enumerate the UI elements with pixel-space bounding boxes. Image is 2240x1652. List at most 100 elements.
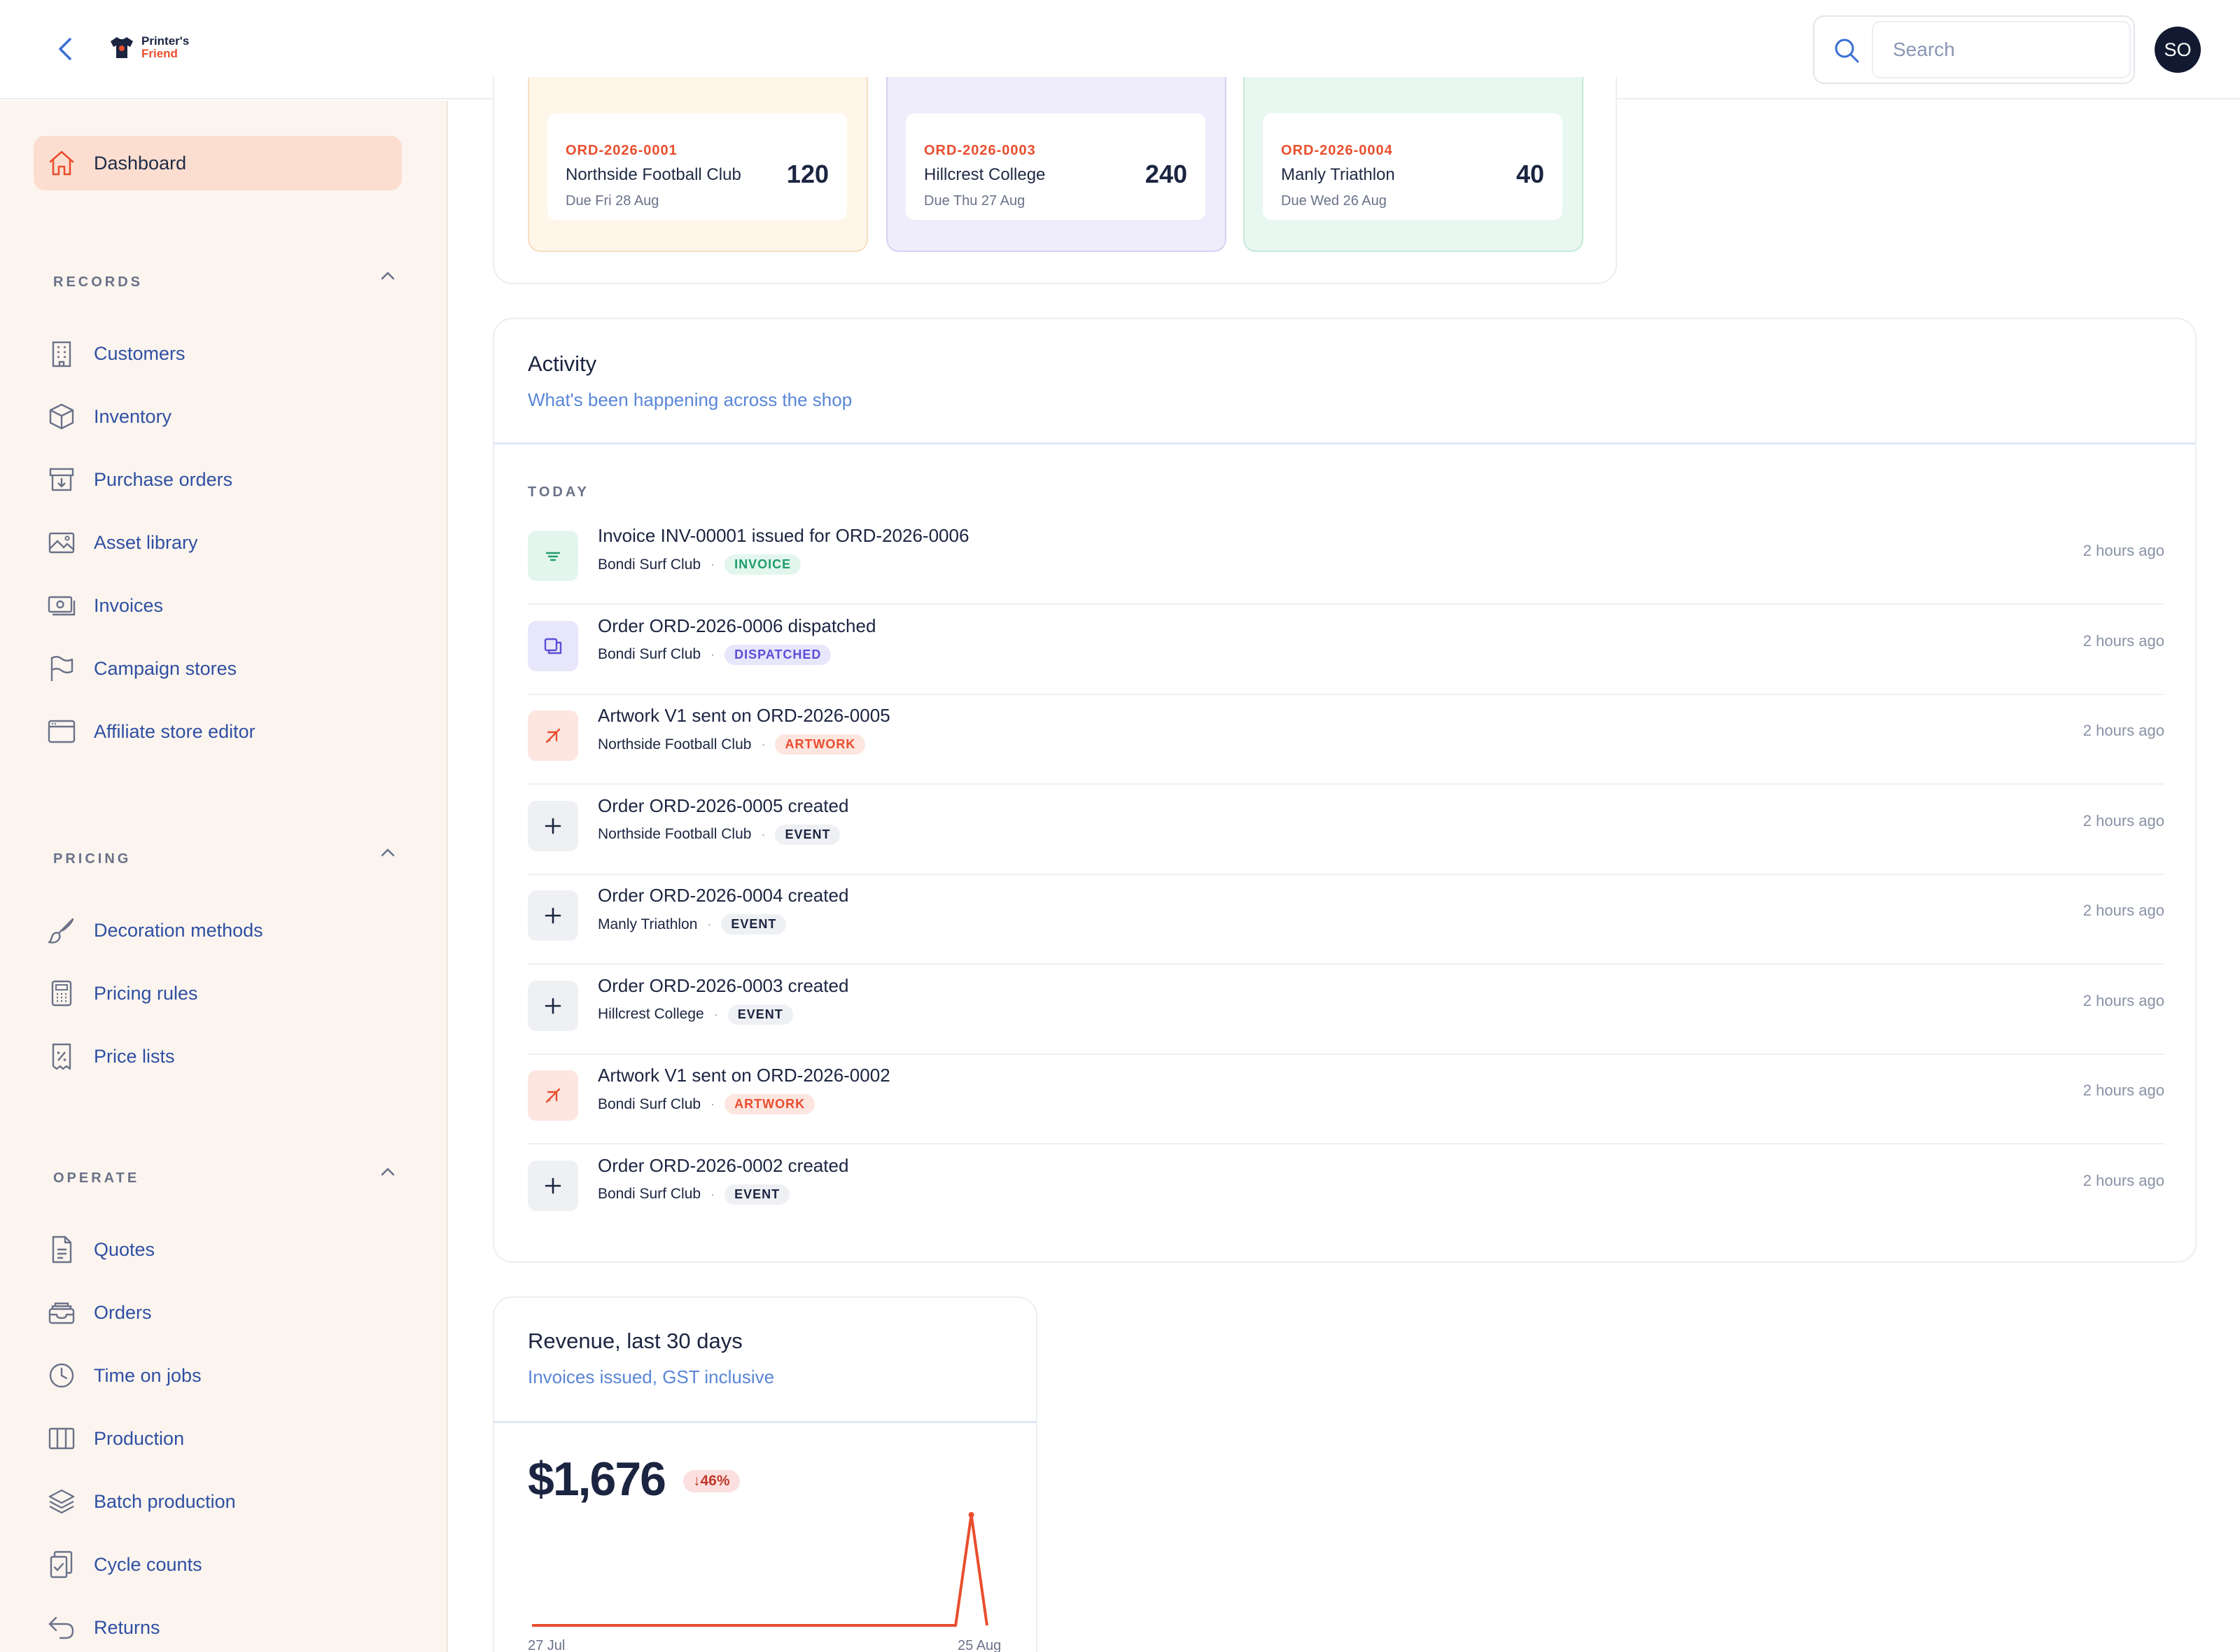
chevron-up-icon[interactable] — [378, 1162, 398, 1182]
separator-dot: · — [761, 737, 766, 751]
app-logo[interactable]: Printer's Friend — [109, 35, 189, 60]
sidebar-item-pricing-rules[interactable]: Pricing rules — [34, 966, 402, 1021]
order-customer: Manly Triathlon — [1281, 165, 1395, 184]
order-id: ORD-2026-0004 — [1281, 143, 1393, 158]
order-due-date: Due Thu 27 Aug — [924, 193, 1026, 209]
activity-row[interactable]: Order ORD-2026-0003 created Hillcrest Col… — [528, 965, 2164, 1055]
revenue-amount: $1,676 — [528, 1452, 666, 1506]
revenue-series-line — [532, 1513, 988, 1627]
separator-dot: · — [710, 647, 715, 662]
activity-customer: Northside Football Club — [598, 736, 752, 752]
sidebar-item-label: Cycle counts — [94, 1553, 202, 1575]
chevron-up-icon[interactable] — [378, 843, 398, 862]
due-order-card[interactable]: ORD-2026-0004 Manly Triathlon Due Wed 26… — [1263, 113, 1562, 220]
cube-icon — [46, 401, 77, 432]
plus-icon — [528, 980, 578, 1031]
sidebar-item-label: Pricing rules — [94, 982, 198, 1004]
section-label-records: RECORDS — [53, 274, 144, 290]
order-customer: Northside Football Club — [566, 165, 741, 184]
plus-icon — [528, 890, 578, 941]
activity-meta: Northside Football Club · ARTWORK — [598, 734, 866, 755]
activity-customer: Manly Triathlon — [598, 916, 698, 932]
activity-customer: Bondi Surf Club — [598, 1096, 701, 1112]
activity-row[interactable]: Order ORD-2026-0005 created Northside Foo… — [528, 785, 2164, 875]
search-input[interactable] — [1872, 21, 2131, 78]
activity-meta: Bondi Surf Club · INVOICE — [598, 554, 802, 575]
order-id: ORD-2026-0003 — [924, 143, 1036, 158]
activity-time: 2 hours ago — [2082, 811, 2164, 830]
clipboard-check-icon — [46, 1549, 77, 1580]
sidebar-item-inventory[interactable]: Inventory — [34, 389, 402, 444]
activity-type-badge: DISPATCHED — [724, 644, 832, 665]
revenue-subtitle: Invoices issued, GST inclusive — [528, 1366, 775, 1387]
separator-dot: · — [710, 1186, 715, 1201]
order-quantity: 240 — [1144, 160, 1187, 188]
activity-row[interactable]: Order ORD-2026-0002 created Bondi Surf Cl… — [528, 1145, 2164, 1235]
clock-icon — [46, 1360, 77, 1391]
activity-time: 2 hours ago — [2082, 1171, 2164, 1189]
activity-type-badge: EVENT — [775, 824, 841, 845]
search-box — [1813, 15, 2135, 84]
sidebar-item-campaign-stores[interactable]: Campaign stores — [34, 641, 402, 696]
flag-icon — [46, 653, 77, 684]
building-icon — [46, 338, 77, 369]
sidebar-item-affiliate-store-editor[interactable]: Affiliate store editor — [34, 704, 402, 759]
sidebar-item-decoration-methods[interactable]: Decoration methods — [34, 903, 402, 958]
sidebar-item-price-lists[interactable]: Price lists — [34, 1029, 402, 1084]
due-order-card[interactable]: ORD-2026-0001 Northside Football Club Du… — [547, 113, 847, 220]
sidebar-item-asset-library[interactable]: Asset library — [34, 515, 402, 570]
sidebar-item-label: Customers — [94, 342, 186, 364]
sidebar-item-production[interactable]: Production — [34, 1411, 402, 1466]
columns-icon — [46, 1423, 77, 1454]
user-avatar[interactable]: SO — [2155, 27, 2201, 73]
sidebar-item-label: Invoices — [94, 594, 164, 616]
activity-row[interactable]: Artwork V1 sent on ORD-2026-0002 Bondi Su… — [528, 1055, 2164, 1144]
banknote-icon — [46, 590, 77, 621]
sidebar-item-orders[interactable]: Orders — [34, 1285, 402, 1340]
activity-time: 2 hours ago — [2082, 1082, 2164, 1099]
sidebar-item-label: Campaign stores — [94, 657, 237, 679]
avatar-initials: SO — [2164, 38, 2192, 60]
chevron-up-icon[interactable] — [378, 266, 398, 286]
activity-row[interactable]: Order ORD-2026-0004 created Manly Triathl… — [528, 875, 2164, 965]
revenue-peak-point[interactable] — [968, 1512, 974, 1518]
activity-title: Activity — [528, 351, 597, 376]
activity-row[interactable]: Invoice INV-00001 issued for ORD-2026-00… — [528, 515, 2164, 605]
activity-meta: Bondi Surf Club · ARTWORK — [598, 1094, 816, 1114]
sidebar-item-invoices[interactable]: Invoices — [34, 578, 402, 633]
search-icon[interactable] — [1833, 36, 1861, 64]
sidebar-item-label: Asset library — [94, 531, 198, 553]
sidebar-item-customers[interactable]: Customers — [34, 326, 402, 381]
sidebar-item-label: Inventory — [94, 405, 172, 427]
sidebar-item-cycle-counts[interactable]: Cycle counts — [34, 1537, 402, 1592]
due-column-2: ORD-2026-0003 Hillcrest College Due Thu … — [886, 77, 1226, 252]
due-order-card[interactable]: ORD-2026-0003 Hillcrest College Due Thu … — [906, 113, 1205, 220]
activity-row[interactable]: Artwork V1 sent on ORD-2026-0005 Northsid… — [528, 695, 2164, 785]
order-id: ORD-2026-0001 — [566, 143, 678, 158]
sidebar-item-batch-production[interactable]: Batch production — [34, 1474, 402, 1529]
divider — [494, 442, 2195, 444]
chevron-left-icon — [59, 38, 71, 60]
activity-customer: Bondi Surf Club — [598, 1186, 701, 1202]
activity-customer: Northside Football Club — [598, 826, 752, 842]
plus-icon — [528, 1160, 578, 1211]
sidebar-item-purchase-orders[interactable]: Purchase orders — [34, 452, 402, 507]
sidebar-item-returns[interactable]: Returns — [34, 1600, 402, 1652]
back-button[interactable] — [52, 34, 80, 64]
activity-time: 2 hours ago — [2082, 902, 2164, 919]
logo-line-2: Friend — [141, 47, 178, 60]
artwork-icon — [528, 1070, 578, 1121]
activity-meta: Northside Football Club · EVENT — [598, 824, 841, 845]
sidebar-item-label: Production — [94, 1427, 185, 1449]
return-arrow-icon — [46, 1612, 77, 1643]
sidebar-item-quotes[interactable]: Quotes — [34, 1222, 402, 1277]
x-axis-end-label: 25 Aug — [958, 1638, 1002, 1652]
activity-card: Activity What's been happening across th… — [493, 318, 2197, 1263]
sidebar-item-time-on-jobs[interactable]: Time on jobs — [34, 1348, 402, 1403]
separator-dot: · — [710, 557, 715, 571]
activity-title-text: Order ORD-2026-0002 created — [598, 1154, 849, 1176]
activity-meta: Manly Triathlon · EVENT — [598, 914, 787, 934]
activity-type-badge: EVENT — [721, 914, 787, 934]
activity-row[interactable]: Order ORD-2026-0006 dispatched Bondi Surf… — [528, 606, 2164, 695]
sidebar-item-dashboard[interactable]: Dashboard — [34, 136, 402, 190]
